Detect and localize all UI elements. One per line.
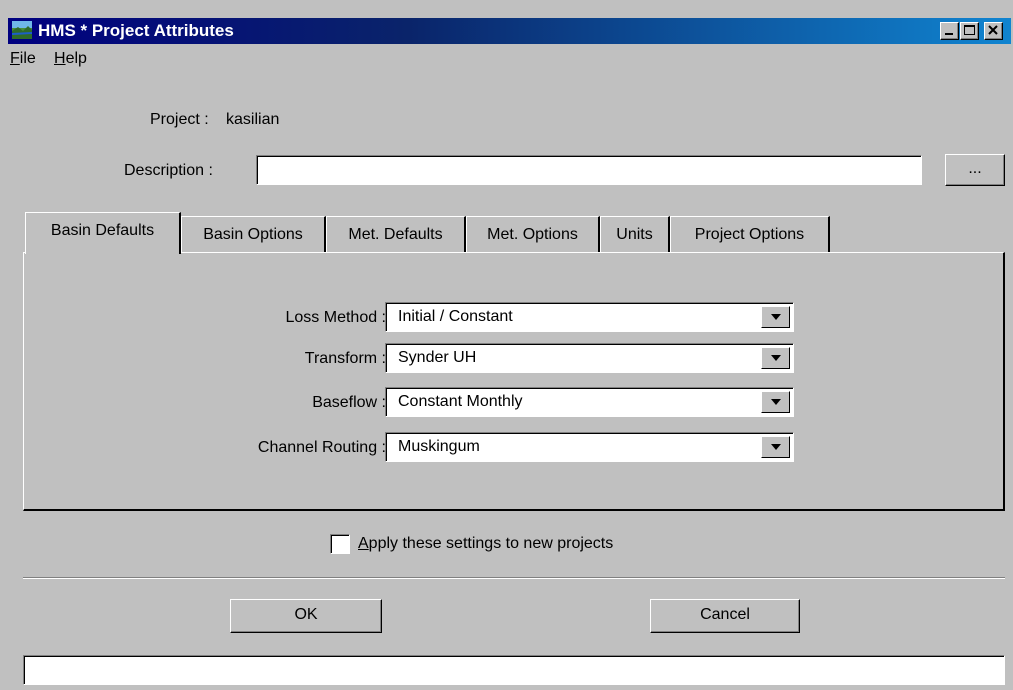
maximize-button[interactable] (960, 22, 979, 40)
menu-file-label: ile (19, 50, 36, 67)
loss-method-dropdown-button[interactable] (761, 306, 790, 328)
loss-method-select[interactable]: Initial / Constant (385, 302, 794, 332)
cancel-button[interactable]: Cancel (650, 599, 800, 633)
channel-routing-label: Channel Routing : (257, 439, 386, 456)
minimize-icon (945, 33, 953, 35)
separator (23, 577, 1005, 579)
menu-file[interactable]: File (10, 50, 36, 68)
project-name: kasilian (226, 111, 280, 128)
tab-basin-defaults[interactable]: Basin Defaults (25, 212, 181, 254)
tab-met-defaults[interactable]: Met. Defaults (326, 216, 466, 253)
apply-settings-checkbox[interactable] (330, 534, 350, 554)
loss-method-label: Loss Method : (285, 309, 387, 326)
basin-defaults-panel (23, 252, 1005, 511)
hms-app-icon (12, 21, 32, 39)
apply-settings-label[interactable]: Apply these settings to new projects (358, 535, 613, 553)
window-title: HMS * Project Attributes (38, 21, 234, 40)
description-input[interactable] (256, 155, 922, 185)
chevron-down-icon (771, 355, 781, 361)
description-browse-button[interactable]: ... (945, 154, 1005, 186)
chevron-down-icon (771, 399, 781, 405)
ok-button[interactable]: OK (230, 599, 382, 633)
transform-select[interactable]: Synder UH (385, 343, 794, 373)
close-button[interactable] (984, 22, 1003, 40)
title-bar[interactable]: HMS * Project Attributes (8, 18, 1011, 44)
channel-routing-value: Muskingum (398, 438, 480, 455)
chevron-down-icon (771, 444, 781, 450)
minimize-button[interactable] (940, 22, 959, 40)
channel-routing-dropdown-button[interactable] (761, 436, 790, 458)
menu-help[interactable]: Help (54, 50, 87, 68)
description-label: Description : (124, 162, 213, 179)
baseflow-select[interactable]: Constant Monthly (385, 387, 794, 417)
project-label: Project : (150, 111, 209, 128)
tab-met-options[interactable]: Met. Options (466, 216, 600, 253)
apply-settings-label-text: pply these settings to new projects (368, 535, 614, 552)
chevron-down-icon (771, 314, 781, 320)
transform-label: Transform : (304, 350, 386, 367)
menu-help-mnemonic: H (54, 50, 66, 67)
loss-method-value: Initial / Constant (398, 308, 513, 325)
transform-dropdown-button[interactable] (761, 347, 790, 369)
baseflow-label: Baseflow : (312, 394, 386, 411)
maximize-icon (964, 25, 975, 35)
channel-routing-select[interactable]: Muskingum (385, 432, 794, 462)
close-icon (988, 25, 998, 35)
baseflow-value: Constant Monthly (398, 393, 523, 410)
menu-file-mnemonic: F (10, 50, 20, 67)
tab-project-options[interactable]: Project Options (670, 216, 830, 253)
tab-basin-options[interactable]: Basin Options (181, 216, 326, 253)
baseflow-dropdown-button[interactable] (761, 391, 790, 413)
tab-units[interactable]: Units (600, 216, 670, 253)
transform-value: Synder UH (398, 349, 477, 366)
apply-settings-mnemonic: A (358, 535, 369, 552)
menu-help-label: elp (65, 50, 87, 67)
status-bar (23, 655, 1005, 685)
